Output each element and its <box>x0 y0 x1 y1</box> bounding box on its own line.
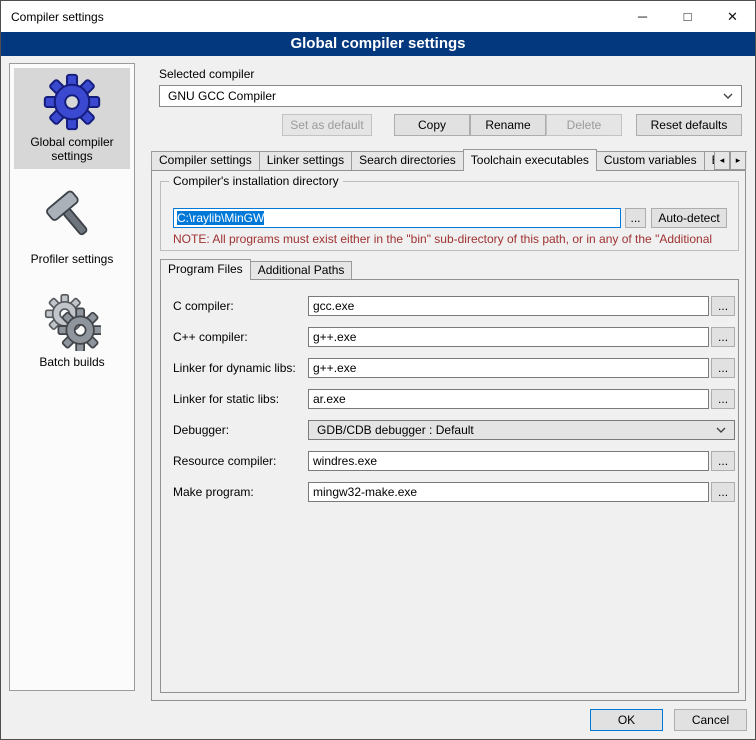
selected-compiler-select[interactable]: GNU GCC Compiler <box>159 85 742 107</box>
reset-defaults-button[interactable]: Reset defaults <box>636 114 742 136</box>
tab-toolchain-executables[interactable]: Toolchain executables <box>463 149 597 171</box>
titlebar: Compiler settings ─ □ ✕ <box>1 1 755 32</box>
dialog-footer: OK Cancel <box>590 709 747 731</box>
settings-sidebar: Global compiler settings Profiler settin… <box>9 63 135 691</box>
window-title: Compiler settings <box>1 10 620 24</box>
program-tabstrip: Program Files Additional Paths <box>160 259 739 279</box>
field-row-make-program: Make program: ... <box>161 476 738 507</box>
main-tabstrip: Compiler settings Linker settings Search… <box>151 149 746 170</box>
make-program-input[interactable] <box>308 482 709 502</box>
maximize-button[interactable]: □ <box>665 1 710 32</box>
chevron-down-icon <box>716 427 726 433</box>
field-label: C++ compiler: <box>173 330 308 344</box>
debugger-select[interactable]: GDB/CDB debugger : Default <box>308 420 735 440</box>
sidebar-item-label: Profiler settings <box>16 252 128 266</box>
close-button[interactable]: ✕ <box>710 1 755 32</box>
field-label: Linker for static libs: <box>173 392 308 406</box>
c-compiler-browse-button[interactable]: ... <box>711 296 735 316</box>
static-linker-browse-button[interactable]: ... <box>711 389 735 409</box>
blue-gear-icon <box>43 73 101 131</box>
compiler-toolbar: Set as default Copy Rename Delete Reset … <box>159 114 742 136</box>
program-files-panel: C compiler: ... C++ compiler: ... Linker… <box>160 279 739 693</box>
field-row-static-linker: Linker for static libs: ... <box>161 383 738 414</box>
field-label: C compiler: <box>173 299 308 313</box>
field-row-cpp-compiler: C++ compiler: ... <box>161 321 738 352</box>
profiler-hammer-icon <box>43 190 101 248</box>
make-program-browse-button[interactable]: ... <box>711 482 735 502</box>
sidebar-item-profiler-settings[interactable]: Profiler settings <box>14 185 130 272</box>
selected-compiler-label: Selected compiler <box>159 67 254 81</box>
copy-button[interactable]: Copy <box>394 114 470 136</box>
field-row-resource-compiler: Resource compiler: ... <box>161 445 738 476</box>
ok-button[interactable]: OK <box>590 709 663 731</box>
field-row-dynamic-linker: Linker for dynamic libs: ... <box>161 352 738 383</box>
tab-search-directories[interactable]: Search directories <box>351 151 464 170</box>
install-dir-groupbox: Compiler's installation directory C:\ray… <box>160 181 739 251</box>
selected-compiler-value: GNU GCC Compiler <box>168 89 723 103</box>
batch-gears-icon <box>43 293 101 351</box>
static-linker-input[interactable] <box>308 389 709 409</box>
minimize-button[interactable]: ─ <box>620 1 665 32</box>
compiler-settings-dialog: Compiler settings ─ □ ✕ Global compiler … <box>0 0 756 740</box>
sidebar-item-batch-builds[interactable]: Batch builds <box>14 288 130 375</box>
tab-compiler-settings[interactable]: Compiler settings <box>151 151 260 170</box>
dynamic-linker-input[interactable] <box>308 358 709 378</box>
tab-program-files[interactable]: Program Files <box>160 259 251 280</box>
field-label: Resource compiler: <box>173 454 308 468</box>
auto-detect-button[interactable]: Auto-detect <box>651 208 727 228</box>
install-dir-browse-button[interactable]: ... <box>625 208 646 228</box>
rename-button[interactable]: Rename <box>470 114 546 136</box>
tab-custom-variables[interactable]: Custom variables <box>596 151 705 170</box>
sidebar-item-global-compiler-settings[interactable]: Global compiler settings <box>14 68 130 169</box>
field-label: Linker for dynamic libs: <box>173 361 308 375</box>
install-dir-group-title: Compiler's installation directory <box>169 174 343 188</box>
set-as-default-button: Set as default <box>282 114 372 136</box>
sidebar-item-label: Batch builds <box>16 355 128 369</box>
field-label: Debugger: <box>173 423 308 437</box>
page-title: Global compiler settings <box>1 32 755 56</box>
resource-compiler-browse-button[interactable]: ... <box>711 451 735 471</box>
cancel-button[interactable]: Cancel <box>674 709 747 731</box>
delete-button: Delete <box>546 114 622 136</box>
tab-additional-paths[interactable]: Additional Paths <box>250 261 353 279</box>
field-row-c-compiler: C compiler: ... <box>161 290 738 321</box>
cpp-compiler-browse-button[interactable]: ... <box>711 327 735 347</box>
install-dir-value: C:\raylib\MinGW <box>177 211 264 225</box>
install-dir-input[interactable]: C:\raylib\MinGW <box>173 208 621 228</box>
sidebar-item-label: Global compiler settings <box>16 135 128 163</box>
c-compiler-input[interactable] <box>308 296 709 316</box>
chevron-down-icon <box>723 93 733 99</box>
debugger-value: GDB/CDB debugger : Default <box>317 423 716 437</box>
field-row-debugger: Debugger: GDB/CDB debugger : Default <box>161 414 738 445</box>
field-label: Make program: <box>173 485 308 499</box>
resource-compiler-input[interactable] <box>308 451 709 471</box>
tab-scroll-left-button[interactable]: ◂ <box>714 151 730 170</box>
tab-scroll-right-button[interactable]: ▸ <box>730 151 746 170</box>
tab-scroll-arrows: ◂ ▸ <box>714 151 746 170</box>
tab-linker-settings[interactable]: Linker settings <box>259 151 352 170</box>
cpp-compiler-input[interactable] <box>308 327 709 347</box>
bin-subdirectory-note: NOTE: All programs must exist either in … <box>173 232 735 246</box>
toolchain-executables-panel: Compiler's installation directory C:\ray… <box>151 170 746 701</box>
dynamic-linker-browse-button[interactable]: ... <box>711 358 735 378</box>
